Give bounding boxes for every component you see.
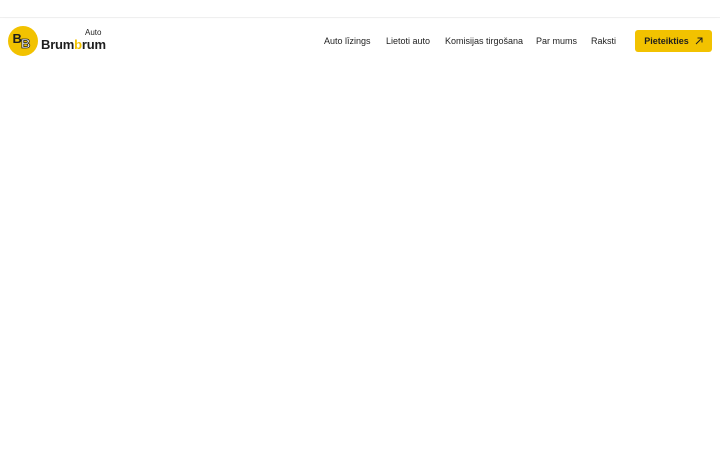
apply-button[interactable]: Pieteikties — [635, 30, 712, 52]
main-content — [0, 63, 720, 450]
main-nav: Auto līzings Lietoti auto Komisijas tirg… — [0, 19, 720, 63]
arrow-up-right-icon — [695, 37, 703, 45]
apply-button-label: Pieteikties — [644, 36, 689, 46]
top-strip — [0, 0, 720, 18]
nav-item-raksti[interactable]: Raksti — [591, 36, 616, 46]
nav-item-komisijas-tirgosana[interactable]: Komisijas tirgošana — [445, 36, 523, 46]
nav-item-par-mums[interactable]: Par mums — [536, 36, 577, 46]
nav-item-lietoti-auto[interactable]: Lietoti auto — [386, 36, 430, 46]
site-header: B B Auto Brumbrum Auto līzings Lietoti a… — [0, 19, 720, 63]
nav-item-auto-lizings[interactable]: Auto līzings — [324, 36, 371, 46]
